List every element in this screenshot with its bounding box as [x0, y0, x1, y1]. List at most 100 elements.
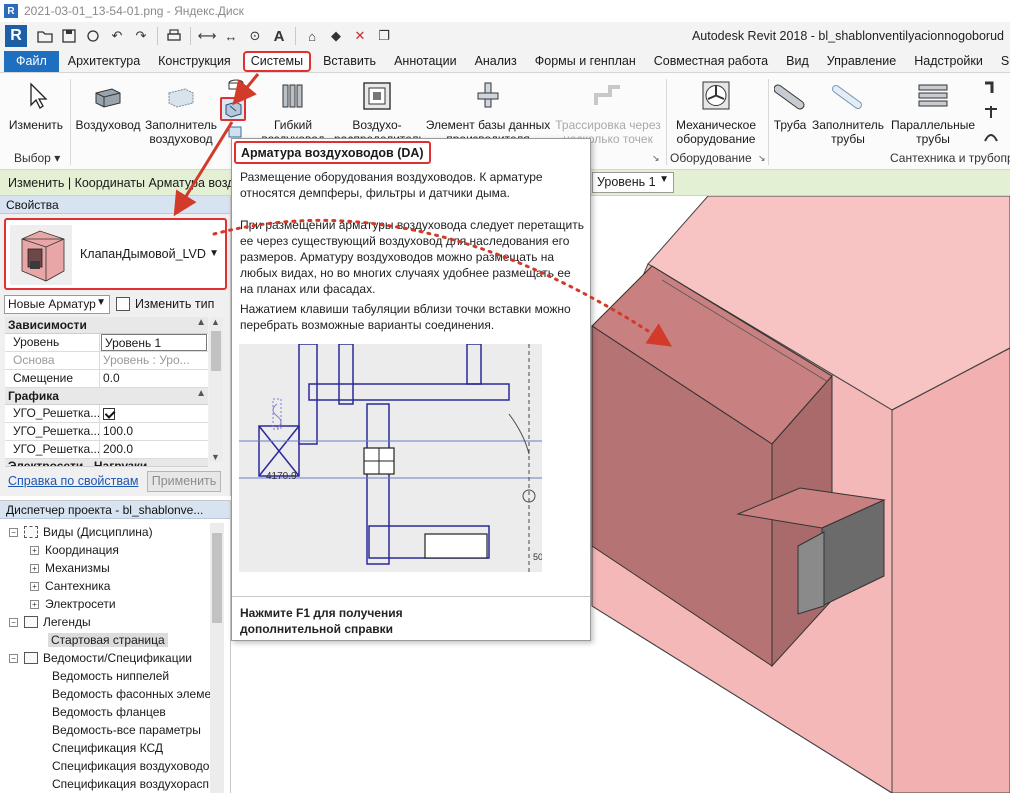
- pipe-accessory-button[interactable]: [982, 103, 1002, 121]
- flex-duct-icon: [282, 84, 303, 108]
- scrollbar-thumb[interactable]: [212, 533, 222, 623]
- tree-node-schedule[interactable]: Спецификация КСД: [0, 739, 210, 757]
- tab-architecture[interactable]: Архитектура: [59, 51, 149, 72]
- offset-value[interactable]: 0.0: [100, 370, 208, 387]
- fabrication-part-button[interactable]: Элемент базы данных производителя: [424, 81, 552, 146]
- mechanical-equipment-button[interactable]: Механическое оборудование: [670, 81, 762, 146]
- expand-icon[interactable]: +: [30, 581, 39, 591]
- duct-accessory-button[interactable]: [220, 97, 246, 121]
- group-constraints[interactable]: Зависимости ▲: [5, 317, 208, 334]
- flex-pipe-button[interactable]: [982, 127, 1002, 145]
- section-icon[interactable]: ◆: [328, 28, 344, 44]
- scroll-down-icon[interactable]: ▼: [211, 452, 220, 462]
- collapse-icon: ▲: [196, 317, 206, 328]
- convert-to-flex-button[interactable]: [226, 125, 246, 139]
- tree-node-coordination[interactable]: + Координация: [0, 541, 210, 559]
- instance-filter-dropdown[interactable]: Новые Арматур ▼: [4, 294, 110, 314]
- tab-massing[interactable]: Формы и генплан: [526, 51, 645, 72]
- group-electrical[interactable]: Электросети - Нагрузки: [5, 459, 208, 467]
- flex-duct-button[interactable]: Гибкий воздуховод: [258, 81, 328, 146]
- air-terminal-button[interactable]: Воздухо- распределитель: [334, 81, 425, 146]
- tab-structure[interactable]: Конструкция: [149, 51, 240, 72]
- tree-node-mechanical[interactable]: + Механизмы: [0, 559, 210, 577]
- 3d-view-icon[interactable]: ⌂: [304, 28, 320, 44]
- tree-node-start-page[interactable]: Стартовая страница: [0, 631, 210, 649]
- schedules-group-icon: [24, 652, 38, 664]
- revit-logo[interactable]: R: [5, 25, 27, 47]
- edit-type-button[interactable]: Изменить тип: [116, 297, 214, 311]
- duct-button[interactable]: Воздуховод: [74, 81, 142, 132]
- tree-node-views[interactable]: − Виды (Дисциплина): [0, 523, 210, 541]
- tree-node-schedule[interactable]: Спецификация воздуховодо: [0, 757, 210, 775]
- redo-icon[interactable]: ↷: [133, 28, 149, 44]
- tree-node-legends[interactable]: − Легенды: [0, 613, 210, 631]
- scroll-up-icon[interactable]: ▲: [211, 317, 220, 327]
- ugo-checkbox-cell[interactable]: [100, 405, 208, 422]
- duct-fitting-button[interactable]: [226, 77, 246, 95]
- close-views-icon[interactable]: ✕: [352, 28, 368, 44]
- expand-icon[interactable]: +: [30, 563, 39, 573]
- expand-icon[interactable]: +: [30, 599, 39, 609]
- sync-icon[interactable]: [85, 28, 101, 44]
- tree-node-schedule[interactable]: Ведомость фасонных элеме: [0, 685, 211, 703]
- tag-icon[interactable]: ⊙: [247, 28, 263, 44]
- tree-node-schedule[interactable]: Ведомость-все параметры: [0, 721, 210, 739]
- tree-node-schedule[interactable]: Ведомость ниппелей: [0, 667, 210, 685]
- expand-icon[interactable]: +: [30, 545, 39, 555]
- modify-button[interactable]: Изменить: [6, 81, 66, 132]
- text-icon[interactable]: A: [271, 28, 287, 45]
- open-icon[interactable]: [37, 28, 53, 44]
- multi-point-routing-button[interactable]: Трассировка через несколько точек: [552, 81, 664, 146]
- pipe-placeholder-button[interactable]: Заполнитель трубы: [812, 81, 884, 146]
- tree-node-schedule[interactable]: Спецификация воздухорасп: [0, 775, 210, 793]
- viewer-title: 2021-03-01_13-54-01.png - Яндекс.Диск: [24, 4, 244, 18]
- panel-select-label[interactable]: Выбор ▾: [14, 151, 60, 165]
- pipe-button[interactable]: Труба: [770, 81, 810, 132]
- checkbox-checked[interactable]: [103, 408, 115, 420]
- tab-site-designer[interactable]: Site D: [992, 51, 1010, 72]
- switch-windows-icon[interactable]: ❐: [376, 28, 392, 44]
- tab-systems[interactable]: Системы: [242, 51, 312, 72]
- tab-manage[interactable]: Управление: [818, 51, 906, 72]
- group-graphics[interactable]: Графика ▲: [5, 388, 208, 405]
- tab-insert[interactable]: Вставить: [314, 51, 385, 72]
- pipe-fitting-button[interactable]: [982, 79, 1002, 97]
- dimension-icon[interactable]: ↔: [223, 28, 239, 44]
- apply-button[interactable]: Применить: [147, 471, 221, 492]
- tab-annotate[interactable]: Аннотации: [385, 51, 465, 72]
- collapse-icon[interactable]: −: [9, 653, 18, 663]
- undo-icon[interactable]: ↶: [109, 28, 125, 44]
- tab-collaborate[interactable]: Совместная работа: [645, 51, 777, 72]
- duct-placeholder-button[interactable]: Заполнитель воздуховод: [144, 81, 218, 146]
- tab-file[interactable]: Файл: [4, 51, 59, 72]
- browser-scrollbar[interactable]: [210, 523, 224, 793]
- tree-node-schedule[interactable]: Ведомость фланцев: [0, 703, 210, 721]
- level-value[interactable]: Уровень 1: [101, 334, 207, 351]
- tab-analyze[interactable]: Анализ: [466, 51, 526, 72]
- measure-icon[interactable]: ⟷: [198, 28, 217, 44]
- tab-view[interactable]: Вид: [777, 51, 818, 72]
- ugo-value[interactable]: 200.0: [100, 441, 208, 458]
- properties-help-link[interactable]: Справка по свойствам: [8, 474, 138, 488]
- hvac-panel-launcher[interactable]: ↘: [652, 153, 660, 164]
- tree-node-plumbing[interactable]: + Сантехника: [0, 577, 210, 595]
- pipe-accessory-icon: [985, 106, 997, 118]
- print-icon[interactable]: [166, 28, 182, 44]
- fan-icon: [702, 81, 730, 110]
- type-selector[interactable]: КлапанДымовой_LVD ▼: [4, 218, 227, 290]
- tree-node-electrical[interactable]: + Электросети: [0, 595, 210, 613]
- parallel-pipes-button[interactable]: Параллельные трубы: [888, 81, 978, 146]
- save-icon[interactable]: [61, 28, 77, 44]
- properties-scrollbar[interactable]: ▲ ▼: [209, 317, 223, 462]
- scrollbar-thumb[interactable]: [211, 331, 221, 371]
- tab-addins[interactable]: Надстройки: [905, 51, 992, 72]
- parallel-pipes-icon: [918, 84, 948, 107]
- level-dropdown[interactable]: Уровень 1 ▼: [592, 172, 674, 193]
- collapse-icon[interactable]: −: [9, 617, 18, 627]
- tree-node-schedules[interactable]: − Ведомости/Спецификации: [0, 649, 210, 667]
- tooltip-paragraph: При размещении арматуры воздуховода след…: [240, 218, 584, 296]
- collapse-icon[interactable]: −: [9, 527, 18, 537]
- equipment-panel-launcher[interactable]: ↘: [758, 153, 766, 164]
- ugo-value[interactable]: 100.0: [100, 423, 208, 440]
- properties-palette: Свойства КлапанДымовой_LVD ▼ Новые Армат…: [0, 196, 231, 496]
